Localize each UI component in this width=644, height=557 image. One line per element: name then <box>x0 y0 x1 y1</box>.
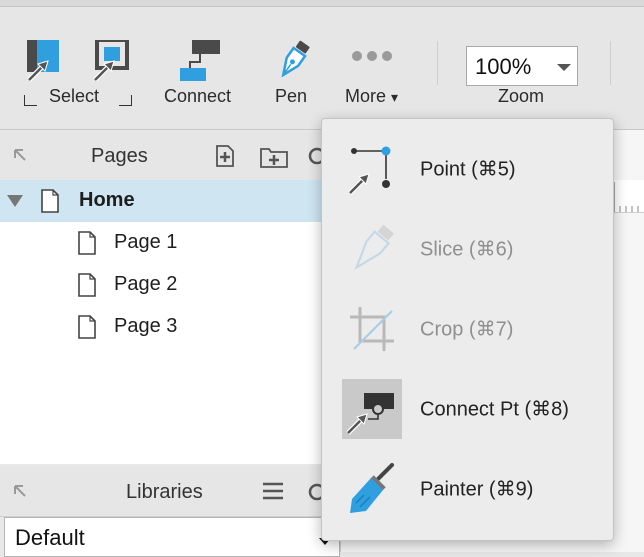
zoom-label: Zoom <box>498 86 545 106</box>
slice-tool-icon <box>354 224 394 270</box>
library-select[interactable]: Default <box>4 517 340 557</box>
menu-item-label: Painter (⌘9) <box>420 478 534 501</box>
page-icon <box>78 231 96 255</box>
page-row-label: Page 3 <box>114 315 178 337</box>
select-contained-icon[interactable] <box>24 40 64 84</box>
zoom-value: 100% <box>475 54 532 79</box>
more-tools-menu: Point (⌘5) Slice (⌘6) Crop (⌘7) Connect … <box>321 118 614 541</box>
toolbar: Select Connect Pen More ▾ 100% Zoom <box>0 7 644 130</box>
connect-tool-icon[interactable] <box>180 40 222 82</box>
library-select-value: Default <box>15 525 85 550</box>
point-tool-icon <box>348 146 391 195</box>
menu-item-label: Connect Pt (⌘8) <box>420 398 569 421</box>
menu-item-connect-pt[interactable]: Connect Pt (⌘8) <box>322 369 613 449</box>
select-intersected-icon[interactable] <box>92 40 132 84</box>
connect-label[interactable]: Connect <box>164 86 231 107</box>
libraries-panel-header: Libraries <box>0 466 340 517</box>
painter-tool-icon <box>350 463 394 513</box>
add-page-icon[interactable] <box>213 144 237 168</box>
pages-panel-header: Pages <box>0 130 340 181</box>
page-row-label: Page 1 <box>114 231 178 253</box>
expand-triangle-icon[interactable] <box>7 195 23 207</box>
menu-item-crop[interactable]: Crop (⌘7) <box>322 289 613 369</box>
menu-item-label: Slice (⌘6) <box>420 238 514 261</box>
more-button[interactable]: More ▾ <box>345 86 398 107</box>
more-ellipsis-icon[interactable] <box>351 49 393 63</box>
select-bracket-left <box>24 95 37 106</box>
page-icon <box>78 273 96 297</box>
menu-item-slice[interactable]: Slice (⌘6) <box>322 209 613 289</box>
page-icon <box>78 315 96 339</box>
pages-panel-title: Pages <box>91 145 148 167</box>
more-label: More <box>345 86 387 106</box>
chevron-down-icon: ▾ <box>391 89 399 105</box>
page-icon <box>41 189 59 213</box>
chevron-down-icon <box>557 64 571 71</box>
menu-item-painter[interactable]: Painter (⌘9) <box>322 449 613 529</box>
page-row[interactable]: Page 3 <box>0 306 340 348</box>
pen-label[interactable]: Pen <box>275 86 307 107</box>
connect-point-tool-icon <box>342 379 402 439</box>
page-row-label: Home <box>79 189 135 211</box>
page-row[interactable]: Page 2 <box>0 264 340 306</box>
page-row-home[interactable]: Home <box>0 180 340 222</box>
pen-tool-icon[interactable] <box>276 38 310 84</box>
collapse-arrow-icon[interactable] <box>12 483 28 499</box>
crop-tool-icon <box>350 307 394 351</box>
libraries-panel-title: Libraries <box>126 481 203 503</box>
toolbar-separator <box>437 41 438 85</box>
collapse-arrow-icon[interactable] <box>12 147 28 163</box>
menu-item-label: Crop (⌘7) <box>420 318 514 341</box>
zoom-select[interactable]: 100% <box>466 46 578 86</box>
add-folder-icon[interactable] <box>259 145 289 169</box>
select-bracket-right <box>119 95 132 106</box>
menu-item-point[interactable]: Point (⌘5) <box>322 129 613 209</box>
menu-item-label: Point (⌘5) <box>420 158 516 181</box>
page-row[interactable]: Page 1 <box>0 222 340 264</box>
menu-icon[interactable] <box>262 481 284 501</box>
pages-tree: Home Page 1 Page 2 Page 3 <box>0 180 340 464</box>
page-row-label: Page 2 <box>114 273 178 295</box>
toolbar-separator <box>610 41 611 85</box>
select-label[interactable]: Select <box>49 86 99 107</box>
window-top-edge <box>0 0 644 7</box>
